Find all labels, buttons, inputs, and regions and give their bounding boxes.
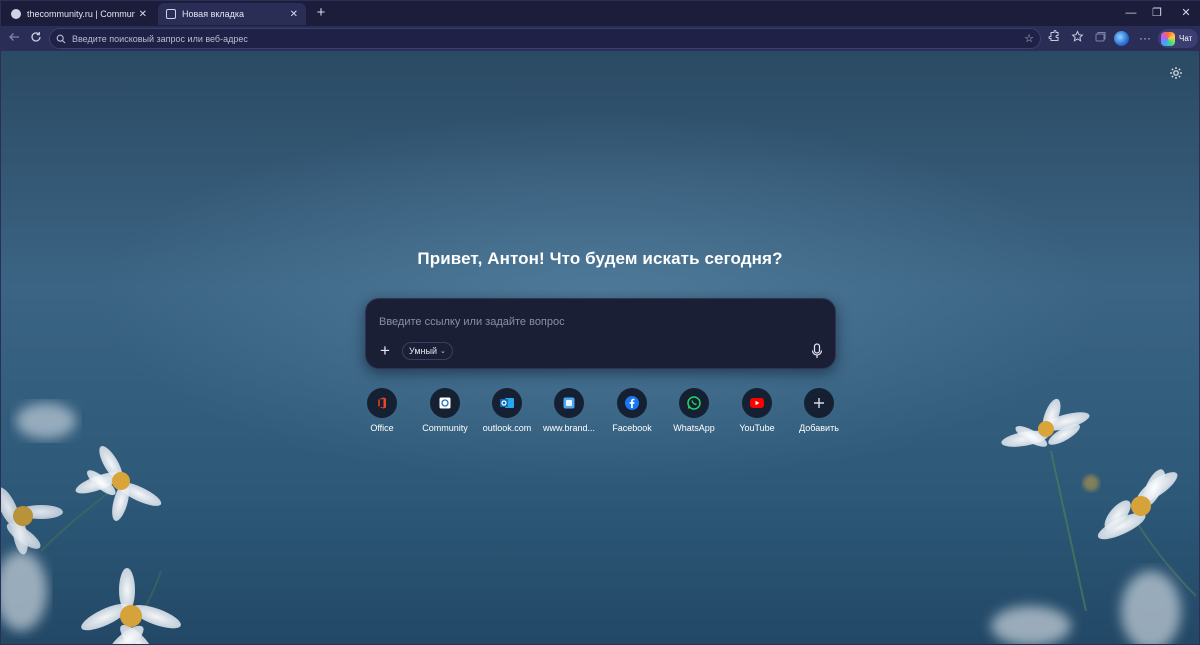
community-favicon-icon xyxy=(11,9,21,19)
quick-link-whatsapp[interactable]: WhatsApp xyxy=(663,388,725,438)
copilot-icon xyxy=(1161,31,1175,46)
chevron-down-icon: ⌄ xyxy=(439,348,446,355)
new-tab-page: Привет, Антон! Что будем искать сегодня?… xyxy=(1,51,1199,644)
add-attachment-button[interactable]: + xyxy=(375,341,395,361)
quick-link-label: YouTube xyxy=(739,423,775,433)
address-bar[interactable]: Введите поисковый запрос или веб-адрес ☆ xyxy=(49,28,1041,49)
quick-link-outlook[interactable]: outlook.com xyxy=(476,388,538,438)
quick-link-label: Office xyxy=(370,423,394,433)
tab-title: Новая вкладка xyxy=(182,9,245,19)
community-icon xyxy=(430,388,460,418)
tab-title: thecommunity.ru | Community xyxy=(27,9,135,19)
collections-icon[interactable] xyxy=(1092,30,1108,46)
quick-link-office[interactable]: Office xyxy=(351,388,413,438)
tab-thecommunity[interactable]: thecommunity.ru | Community ✕ xyxy=(3,3,155,25)
whatsapp-icon xyxy=(679,388,709,418)
quick-link-brand-site[interactable]: www.brand... xyxy=(538,388,600,438)
youtube-icon xyxy=(742,388,772,418)
search-mode-dropdown[interactable]: Умный ⌄ xyxy=(402,342,453,360)
search-box: + Умный ⌄ xyxy=(365,298,836,369)
greeting-heading: Привет, Антон! Что будем искать сегодня? xyxy=(417,249,783,268)
new-tab-button[interactable]: + xyxy=(312,4,330,22)
close-window-button[interactable]: ✕ xyxy=(1176,5,1196,21)
office-icon xyxy=(367,388,397,418)
add-icon xyxy=(804,388,834,418)
new-tab-favicon-icon xyxy=(166,9,176,19)
facebook-icon xyxy=(617,388,647,418)
quick-links: Office Community outlook.com www.brand..… xyxy=(351,388,851,438)
brand-site-icon xyxy=(554,388,584,418)
search-icon xyxy=(56,34,66,43)
chat-label: Чат xyxy=(1179,34,1193,43)
outlook-icon xyxy=(492,388,522,418)
quick-link-community[interactable]: Community xyxy=(414,388,476,438)
search-input[interactable] xyxy=(379,314,799,330)
extensions-icon[interactable] xyxy=(1045,30,1061,46)
quick-link-youtube[interactable]: YouTube xyxy=(726,388,788,438)
quick-link-label: www.brand... xyxy=(542,423,596,433)
back-arrow-icon[interactable] xyxy=(6,30,22,46)
quick-link-label: Community xyxy=(422,423,468,433)
gear-icon[interactable] xyxy=(1169,66,1183,80)
reload-icon[interactable] xyxy=(28,30,44,46)
tab-close-icon[interactable]: ✕ xyxy=(290,9,298,20)
address-input[interactable]: Введите поисковый запрос или веб-адрес xyxy=(72,34,1022,44)
browser-window: thecommunity.ru | Community ✕ Новая вкла… xyxy=(0,0,1200,645)
quick-link-label: Добавить xyxy=(799,423,839,433)
tab-close-icon[interactable]: ✕ xyxy=(139,9,147,20)
profile-avatar-icon[interactable] xyxy=(1114,31,1129,46)
minimize-button[interactable]: — xyxy=(1121,5,1141,21)
quick-link-facebook[interactable]: Facebook xyxy=(601,388,663,438)
restore-button[interactable]: ❐ xyxy=(1147,5,1167,21)
browser-toolbar: Введите поисковый запрос или веб-адрес ☆… xyxy=(1,26,1200,51)
quick-link-label: WhatsApp xyxy=(673,423,715,433)
quick-link-label: outlook.com xyxy=(482,423,532,433)
tab-bar: thecommunity.ru | Community ✕ Новая вкла… xyxy=(1,1,1200,26)
microphone-icon[interactable] xyxy=(809,342,825,360)
search-mode-label: Умный xyxy=(409,346,437,356)
favorites-icon[interactable] xyxy=(1069,30,1085,46)
more-menu-button[interactable]: ··· xyxy=(1137,30,1153,46)
tab-new-tab[interactable]: Новая вкладка ✕ xyxy=(158,3,306,25)
quick-link-add[interactable]: Добавить xyxy=(788,388,850,438)
quick-link-label: Facebook xyxy=(612,423,652,433)
star-icon[interactable]: ☆ xyxy=(1022,32,1036,45)
copilot-chat-button[interactable]: Чат xyxy=(1158,29,1198,48)
